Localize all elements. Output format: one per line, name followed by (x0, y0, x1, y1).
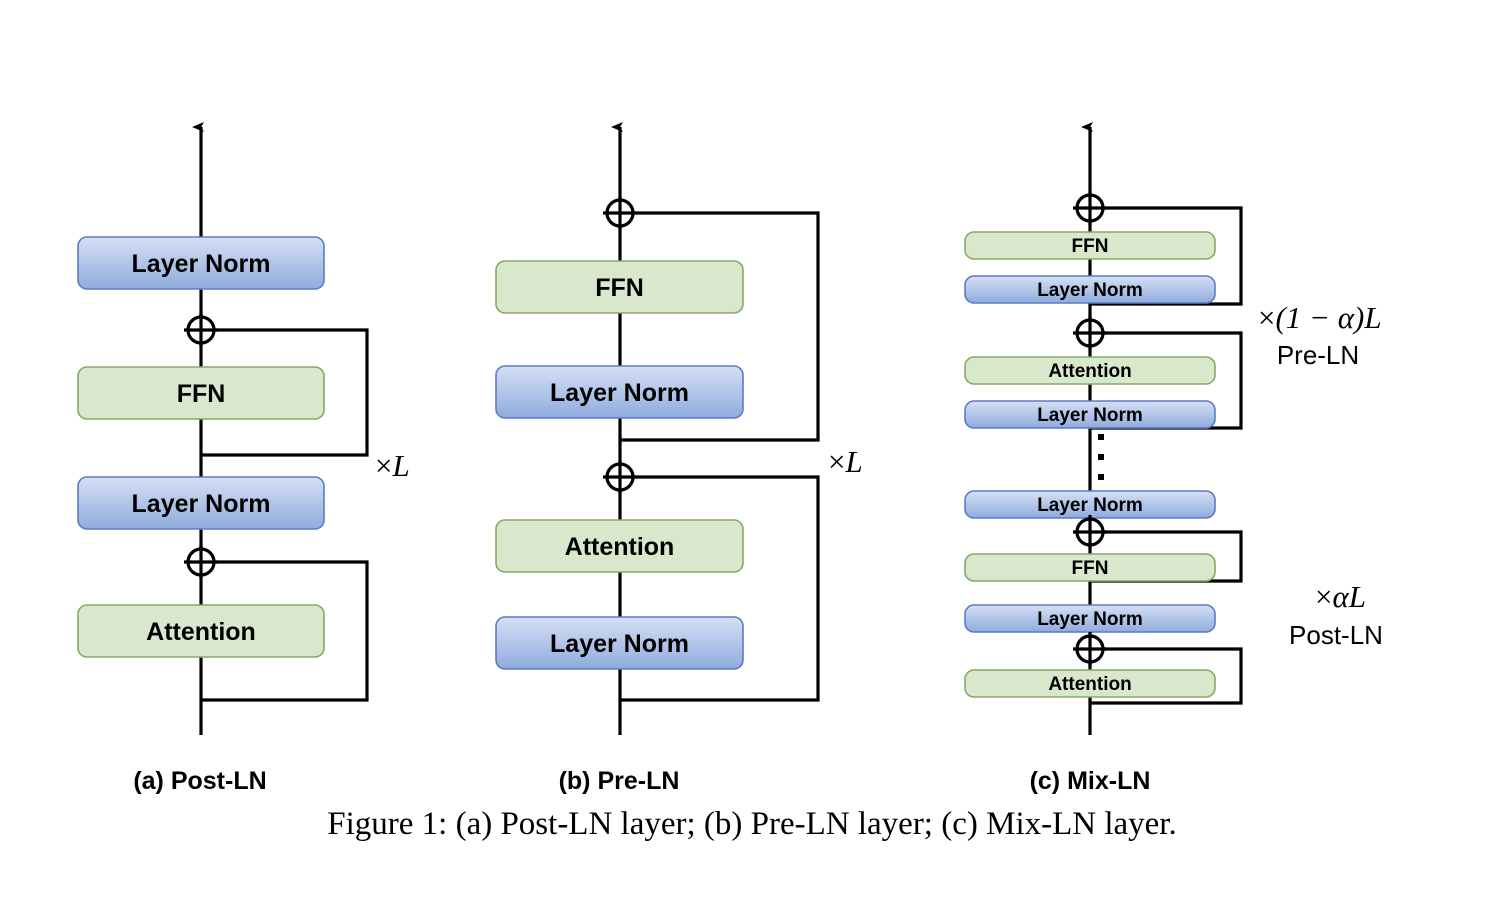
box-layer-norm-3: Layer Norm (964, 490, 1216, 519)
box-label-layer-norm-3: Layer Norm (1037, 495, 1143, 516)
column-mix-ln: FFN Layer Norm Attention Layer Norm Layer No… (964, 122, 1243, 735)
side-sublabel-post-ln-repeat-label: Post-LN (1289, 620, 1383, 650)
box-layer-norm-1: Layer Norm (964, 275, 1216, 304)
ellipsis-dot (1098, 434, 1104, 440)
adder-adder-ffn-bottom (1073, 515, 1107, 549)
box-label-ffn: FFN (595, 274, 644, 302)
box-label-layer-norm-2: Layer Norm (1037, 405, 1143, 426)
box-attention-bottom: Attention (964, 669, 1216, 698)
box-label-layer-norm-top: Layer Norm (132, 250, 271, 278)
box-layer-norm-2: Layer Norm (964, 400, 1216, 429)
ellipsis-dot (1098, 454, 1104, 460)
box-attention: Attention (77, 604, 325, 658)
side-label-expr: αL (1332, 579, 1366, 614)
box-label-layer-norm-bottom: Layer Norm (550, 630, 689, 658)
side-label-pre-ln-repeat-label: ×(1 − α)L (1258, 300, 1382, 335)
box-label-ffn: FFN (177, 380, 226, 408)
side-label-repeat-label: ×L (375, 448, 410, 483)
transformer-layer-diagram: Layer Norm FFN Layer Norm Attention (a) Post… (77, 122, 1383, 795)
adder-cross-adder-ffn-bottom (1073, 515, 1107, 549)
column-pre-ln: FFN Layer Norm Attention Layer Norm (495, 122, 820, 735)
adder-adder-attention (184, 545, 218, 579)
box-label-ffn-top: FFN (1072, 236, 1109, 257)
column-caption-post-ln: (a) Post-LN (133, 767, 266, 795)
adder-cross-adder-attention-bottom (1073, 632, 1107, 666)
box-attention-top: Attention (964, 356, 1216, 385)
box-label-layer-norm-1: Layer Norm (1037, 280, 1143, 301)
multiply-icon: × (1315, 579, 1332, 614)
vertical-ellipsis (1098, 434, 1104, 480)
box-ffn-top: FFN (964, 231, 1216, 260)
adder-cross-adder-ffn (184, 313, 218, 347)
side-label-expr: L (844, 444, 862, 479)
adder-cross-adder-ffn (603, 196, 637, 230)
box-layer-norm-top: Layer Norm (77, 236, 325, 290)
box-attention: Attention (495, 519, 744, 573)
ellipsis-dot (1098, 474, 1104, 480)
side-label-repeat-label: ×L (828, 444, 863, 479)
multiply-icon: × (375, 448, 392, 483)
adder-adder-attention-top (1073, 316, 1107, 350)
box-label-layer-norm-mid: Layer Norm (132, 490, 271, 518)
column-caption-mix-ln: (c) Mix-LN (1030, 767, 1151, 795)
adder-adder-attention (603, 460, 637, 494)
adder-adder-ffn (184, 313, 218, 347)
multiply-icon: × (828, 444, 845, 479)
box-layer-norm-mid: Layer Norm (77, 476, 325, 530)
side-label-expr: (1 − α)L (1275, 300, 1381, 335)
adder-cross-adder-ffn-top (1073, 191, 1107, 225)
column-post-ln: Layer Norm FFN Layer Norm Attention (77, 122, 369, 735)
box-label-layer-norm-4: Layer Norm (1037, 609, 1143, 630)
box-layer-norm-top: Layer Norm (495, 365, 744, 419)
box-ffn: FFN (77, 366, 325, 420)
side-label-expr: L (391, 448, 409, 483)
box-label-ffn-bottom: FFN (1072, 558, 1109, 579)
column-caption-pre-ln: (b) Pre-LN (559, 767, 680, 795)
box-ffn-bottom: FFN (964, 553, 1216, 582)
box-label-attention: Attention (565, 533, 675, 561)
side-label-post-ln-repeat-label: ×αL (1315, 579, 1366, 614)
adder-adder-ffn-top (1073, 191, 1107, 225)
box-label-attention: Attention (146, 618, 256, 646)
box-layer-norm-4: Layer Norm (964, 604, 1216, 633)
figure-root: Layer Norm FFN Layer Norm Attention (a) Post… (0, 0, 1504, 904)
adder-adder-ffn (603, 196, 637, 230)
adder-adder-attention-bottom (1073, 632, 1107, 666)
box-layer-norm-bottom: Layer Norm (495, 616, 744, 670)
multiply-icon: × (1258, 300, 1275, 335)
adder-cross-adder-attention-top (1073, 316, 1107, 350)
adder-cross-adder-attention (184, 545, 218, 579)
figure-caption: Figure 1: (a) Post-LN layer; (b) Pre-LN … (327, 806, 1177, 842)
box-label-layer-norm-top: Layer Norm (550, 379, 689, 407)
adder-cross-adder-attention (603, 460, 637, 494)
box-ffn: FFN (495, 260, 744, 314)
side-sublabel-pre-ln-repeat-label: Pre-LN (1277, 340, 1359, 370)
box-label-attention-bottom: Attention (1048, 674, 1131, 695)
box-label-attention-top: Attention (1048, 361, 1131, 382)
